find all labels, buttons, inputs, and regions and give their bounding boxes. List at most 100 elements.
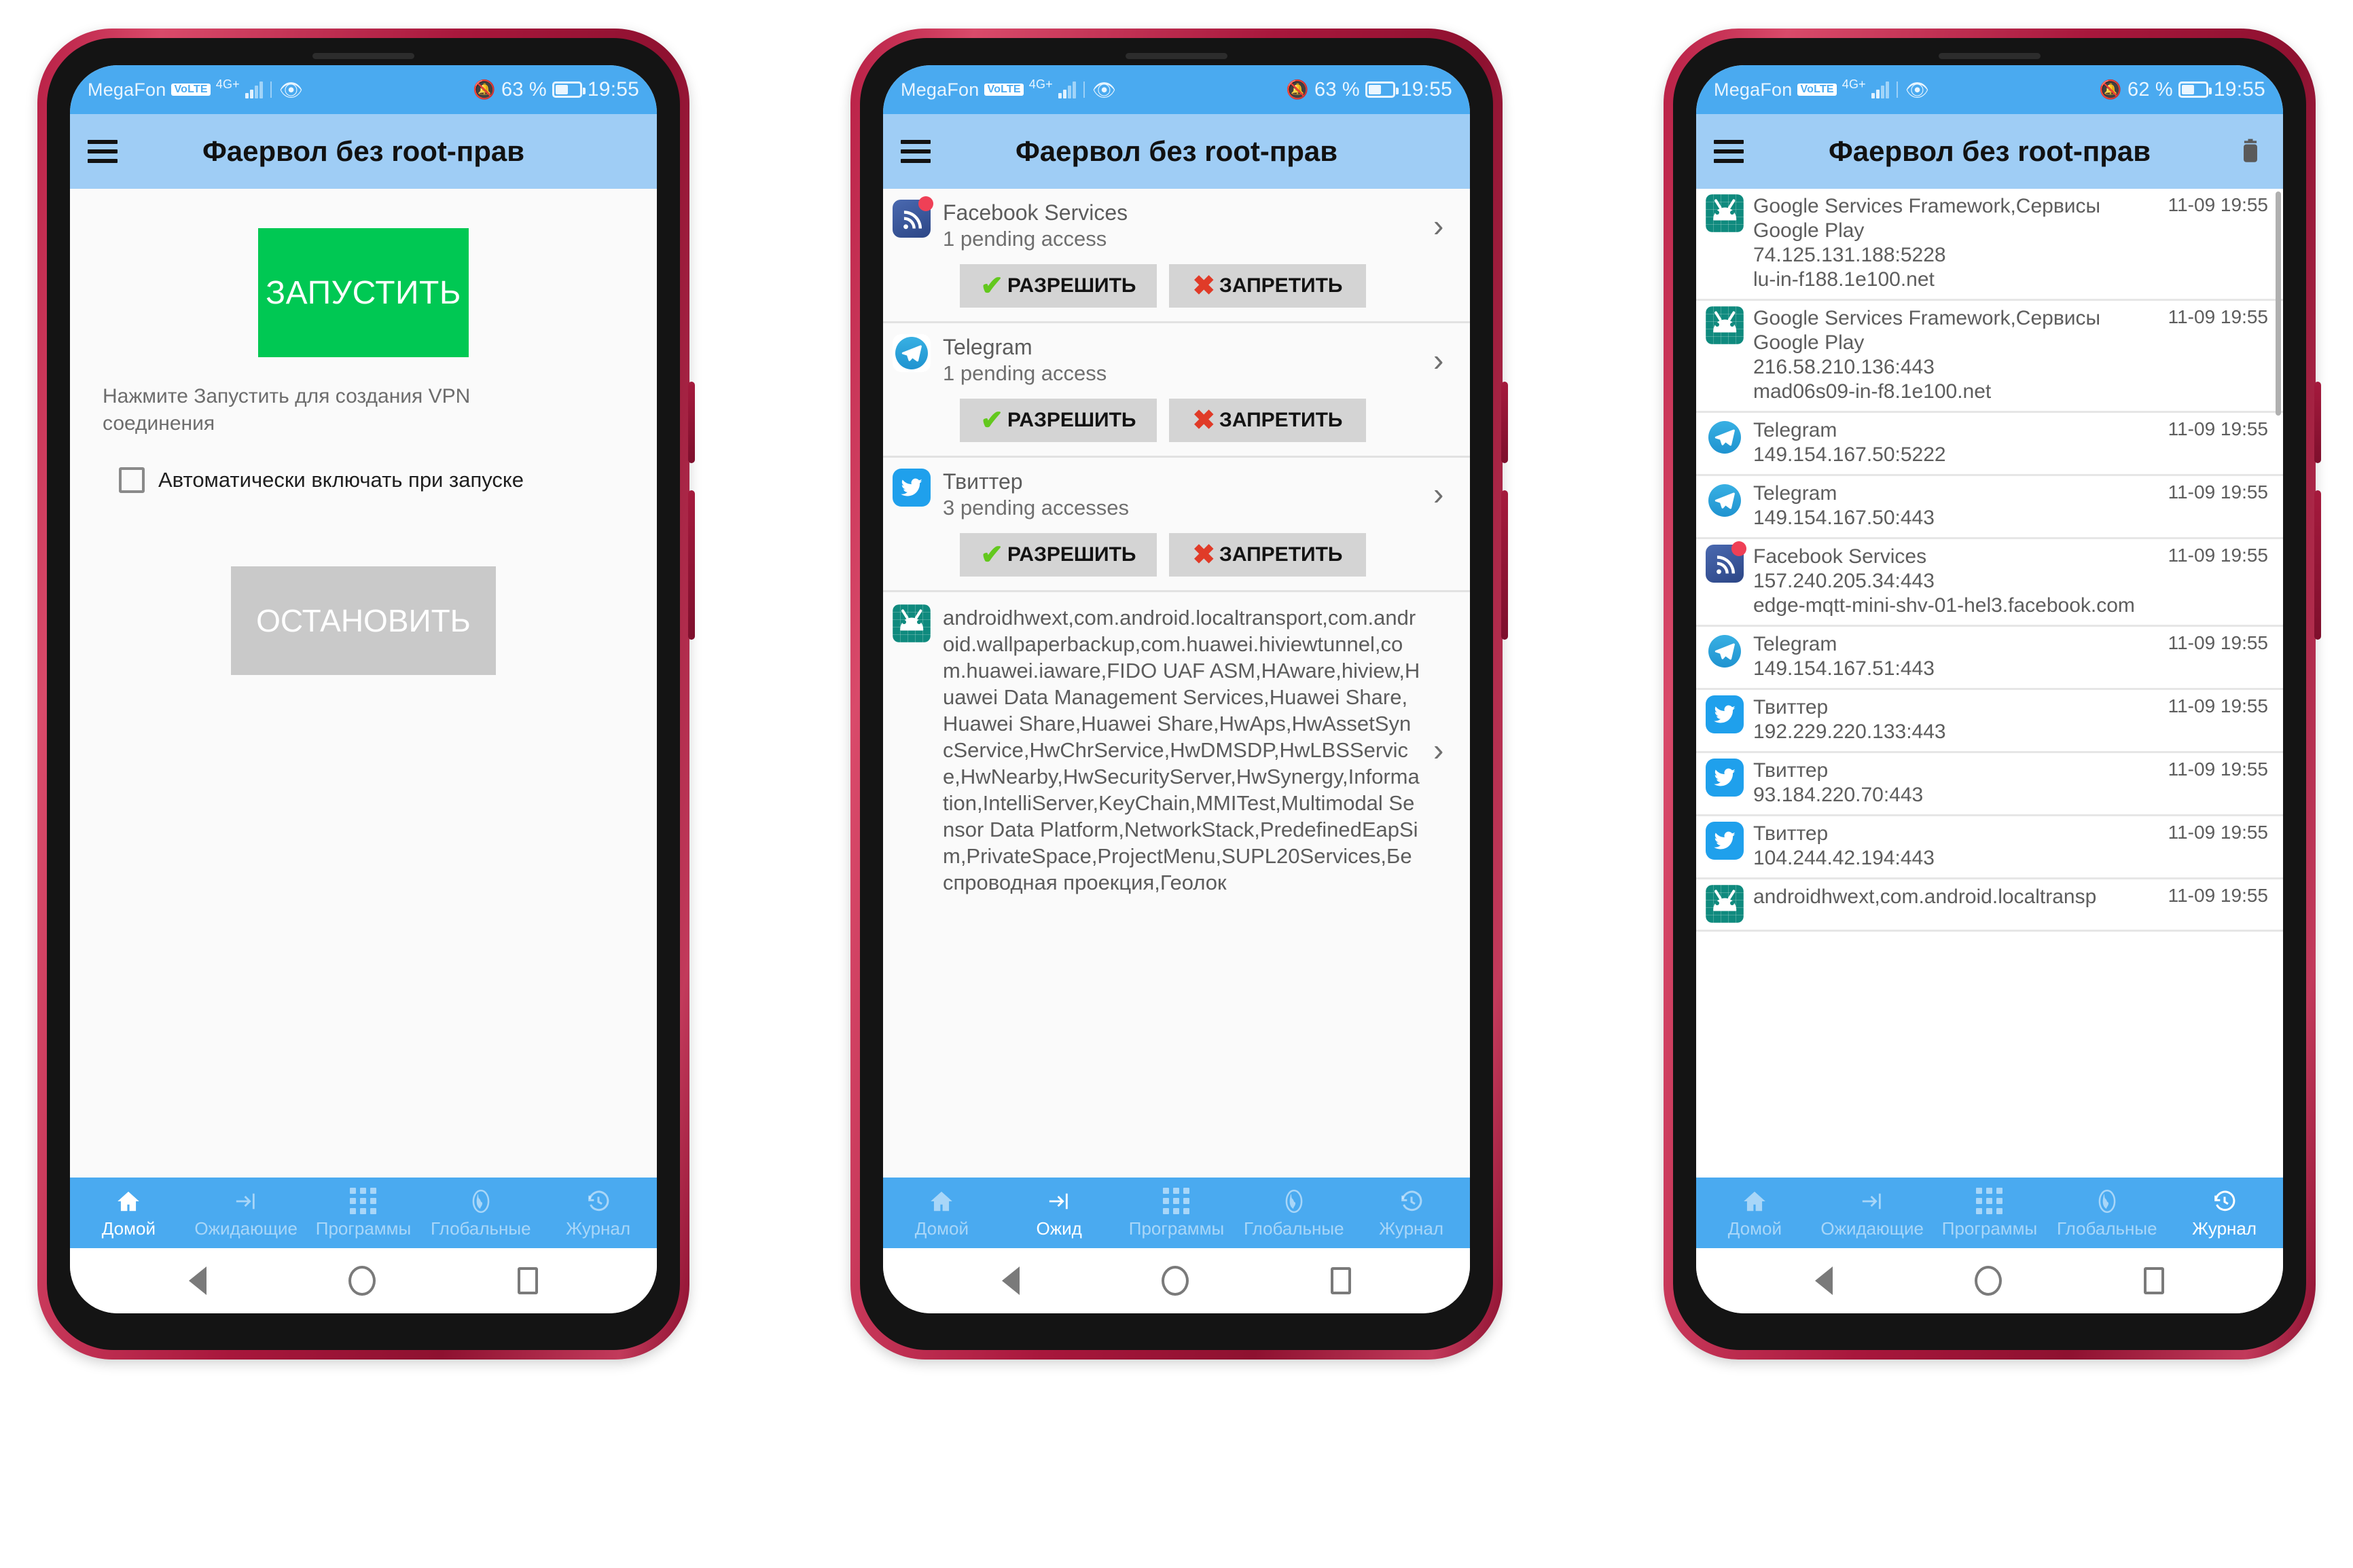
table-row[interactable]: Твиттер 11-09 19:55 192.229.220.133:443 — [1696, 690, 2283, 753]
phone-2-power-button[interactable] — [1501, 490, 1508, 640]
phone-3-volume-button[interactable] — [2314, 382, 2321, 463]
nav-label-global: Глобальные — [1244, 1218, 1344, 1239]
nav-item-apps[interactable]: Программы — [1931, 1178, 2049, 1248]
pending-count: 1 pending access — [943, 227, 1107, 251]
log-address: 93.184.220.70:443 — [1753, 784, 1924, 806]
autostart-checkbox[interactable] — [119, 467, 145, 493]
nav-item-pending[interactable]: Ожидающие — [187, 1178, 305, 1248]
recents-button-icon[interactable] — [518, 1267, 539, 1294]
start-button[interactable]: ЗАПУСТИТЬ — [258, 228, 469, 357]
list-item[interactable]: Твиттер 3 pending accesses › ✔ РАЗРЕШИТЬ — [883, 458, 1470, 592]
nav-item-global[interactable]: Глобальные — [422, 1178, 539, 1248]
nav-label-pending: Ожидающие — [1820, 1218, 1924, 1239]
screenshot-stage: MegaFon VoLTE 4G+ 👁 🔕 63 % 19:55 Фаервол… — [0, 0, 2353, 1568]
phone-3-power-button[interactable] — [2314, 490, 2321, 640]
log-app-name: Google Services Framework,Сервисы Google… — [1753, 195, 2101, 242]
status-separator — [1083, 81, 1085, 98]
list-item[interactable]: Telegram 1 pending access › ✔ РАЗРЕШИТЬ — [883, 323, 1470, 458]
network-type-label: 4G+ — [215, 77, 240, 91]
table-row[interactable]: Facebook Services 11-09 19:55 157.240.20… — [1696, 539, 2283, 627]
table-row[interactable]: Google Services Framework,Сервисы Google… — [1696, 189, 2283, 301]
list-item[interactable]: Facebook Services 1 pending access › ✔ Р… — [883, 189, 1470, 323]
nav-item-apps[interactable]: Программы — [1118, 1178, 1236, 1248]
nav-label-pending: Ожидающие — [194, 1218, 298, 1239]
nav-item-apps[interactable]: Программы — [305, 1178, 423, 1248]
table-row[interactable]: Telegram 11-09 19:55 149.154.167.50:443 — [1696, 476, 2283, 539]
check-icon: ✔ — [980, 405, 1004, 435]
scrollbar[interactable] — [2276, 192, 2281, 416]
allow-button[interactable]: ✔ РАЗРЕШИТЬ — [960, 263, 1157, 308]
nav-item-global[interactable]: Глобальные — [2048, 1178, 2166, 1248]
deny-button[interactable]: ✖ ЗАПРЕТИТЬ — [1169, 398, 1366, 442]
back-button-icon[interactable] — [1814, 1266, 1833, 1295]
home-button-icon[interactable] — [1974, 1266, 2002, 1296]
log-address: 149.154.167.50:443 — [1753, 507, 1935, 529]
chevron-right-icon[interactable]: › — [1433, 478, 1460, 509]
android-status-bar: MegaFon VoLTE 4G+ 👁 🔕 63 % 19:55 — [883, 65, 1470, 114]
pending-list[interactable]: Facebook Services 1 pending access › ✔ Р… — [883, 189, 1470, 1178]
chevron-right-icon[interactable]: › — [1433, 731, 1460, 768]
autostart-row[interactable]: Автоматически включать при запуске — [119, 467, 524, 493]
clock-label: 19:55 — [2213, 78, 2265, 101]
log-address: 149.154.167.50:5222 — [1753, 443, 1946, 466]
bottom-navigation: Домой Ожидающие Программы Глобальные Жур… — [70, 1178, 657, 1248]
recents-button-icon[interactable] — [2144, 1267, 2165, 1294]
home-button-icon[interactable] — [1161, 1266, 1189, 1296]
log-timestamp: 11-09 19:55 — [2168, 632, 2268, 653]
log-address: 192.229.220.133:443 — [1753, 721, 1946, 743]
table-row[interactable]: Твиттер 11-09 19:55 104.244.42.194:443 — [1696, 816, 2283, 879]
nav-item-pending[interactable]: Ожид — [1001, 1178, 1118, 1248]
nav-item-global[interactable]: Глобальные — [1235, 1178, 1352, 1248]
table-row[interactable]: Google Services Framework,Сервисы Google… — [1696, 301, 2283, 413]
nav-item-home[interactable]: Домой — [70, 1178, 187, 1248]
phone-1-power-button[interactable] — [688, 490, 695, 640]
phone-2-bezel: MegaFon VoLTE 4G+ 👁 🔕 63 % 19:55 Фаервол… — [860, 38, 1493, 1350]
bottom-navigation: Домой Ожидающие Программы Глобальные Жур… — [1696, 1178, 2283, 1248]
chevron-right-icon[interactable]: › — [1433, 344, 1460, 375]
table-row[interactable]: Telegram 11-09 19:55 149.154.167.51:443 — [1696, 627, 2283, 690]
nav-item-log[interactable]: Журнал — [539, 1178, 657, 1248]
back-button-icon[interactable] — [188, 1266, 206, 1295]
chevron-right-icon[interactable]: › — [1433, 209, 1460, 240]
twitter-icon — [1706, 822, 1744, 860]
phone-2-volume-button[interactable] — [1501, 382, 1508, 463]
nav-item-log[interactable]: Журнал — [1352, 1178, 1470, 1248]
nav-item-home[interactable]: Домой — [883, 1178, 1001, 1248]
status-separator — [270, 81, 272, 98]
nav-label-apps: Программы — [1941, 1218, 2038, 1239]
deny-button[interactable]: ✖ ЗАПРЕТИТЬ — [1169, 532, 1366, 577]
stop-button[interactable]: ОСТАНОВИТЬ — [231, 566, 496, 675]
vpn-hint-text: Нажмите Запустить для создания VPN соеди… — [103, 385, 471, 435]
table-row[interactable]: androidhwext,com.android.localtransp 11-… — [1696, 879, 2283, 932]
log-app-name: androidhwext,com.android.localtransp — [1753, 886, 2097, 908]
list-item-system-apps[interactable]: androidhwext,com.android.localtransport,… — [883, 592, 1470, 903]
allow-button[interactable]: ✔ РАЗРЕШИТЬ — [960, 532, 1157, 577]
log-list[interactable]: Google Services Framework,Сервисы Google… — [1696, 189, 2283, 1178]
phone-1-volume-button[interactable] — [688, 382, 695, 463]
nav-item-pending[interactable]: Ожидающие — [1814, 1178, 1931, 1248]
nav-label-home: Домой — [914, 1218, 969, 1239]
menu-icon[interactable] — [1714, 140, 1744, 163]
table-row[interactable]: Твиттер 11-09 19:55 93.184.220.70:443 — [1696, 753, 2283, 816]
deny-button[interactable]: ✖ ЗАПРЕТИТЬ — [1169, 263, 1366, 308]
page-title: Фаервол без root-прав — [1015, 135, 1338, 167]
home-icon — [1741, 1187, 1768, 1216]
phone-3: MegaFon VoLTE 4G+ 👁 🔕 62 % 19:55 Фаервол… — [1664, 29, 2321, 1360]
bell-muted-icon: 🔕 — [1286, 79, 1310, 100]
back-button-icon[interactable] — [1001, 1266, 1020, 1295]
carrier-label: MegaFon — [88, 79, 166, 100]
delete-log-button[interactable] — [2235, 134, 2265, 168]
android-system-bar — [70, 1248, 657, 1313]
allow-button[interactable]: ✔ РАЗРЕШИТЬ — [960, 398, 1157, 442]
home-button-icon[interactable] — [348, 1266, 376, 1296]
table-row[interactable]: Telegram 11-09 19:55 149.154.167.50:5222 — [1696, 413, 2283, 476]
menu-icon[interactable] — [901, 140, 931, 163]
nav-item-log[interactable]: Журнал — [2166, 1178, 2283, 1248]
nav-label-home: Домой — [1727, 1218, 1782, 1239]
system-apps-text: androidhwext,com.android.localtransport,… — [943, 605, 1420, 894]
nav-item-home[interactable]: Домой — [1696, 1178, 1814, 1248]
nav-label-pending: Ожид — [1036, 1218, 1082, 1239]
recents-button-icon[interactable] — [1331, 1267, 1352, 1294]
twitter-icon — [1706, 695, 1744, 733]
menu-icon[interactable] — [88, 140, 118, 163]
